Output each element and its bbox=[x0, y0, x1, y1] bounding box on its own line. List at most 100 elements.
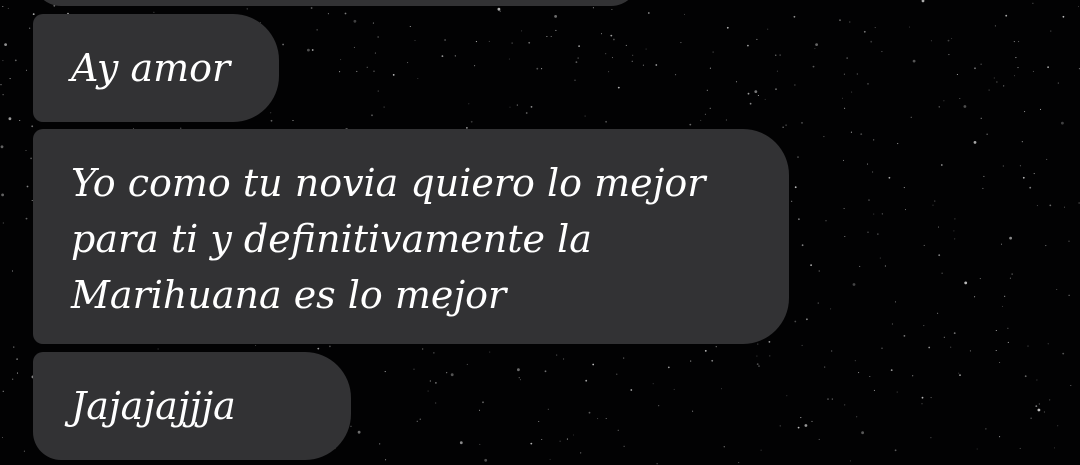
star bbox=[556, 354, 558, 356]
star bbox=[575, 61, 578, 63]
star bbox=[383, 106, 385, 108]
star bbox=[1062, 15, 1065, 18]
star bbox=[9, 78, 11, 80]
star bbox=[888, 176, 891, 179]
star bbox=[1077, 6, 1080, 8]
star bbox=[937, 312, 939, 314]
star bbox=[592, 363, 595, 366]
star bbox=[1019, 165, 1021, 167]
star bbox=[921, 0, 925, 3]
message-text: Jajajajjja bbox=[71, 384, 236, 428]
star bbox=[479, 443, 481, 445]
star bbox=[903, 335, 906, 337]
star bbox=[890, 369, 893, 371]
star bbox=[884, 265, 886, 267]
star bbox=[1003, 85, 1005, 87]
star bbox=[1063, 206, 1066, 208]
star bbox=[371, 114, 373, 117]
star bbox=[429, 380, 431, 382]
star bbox=[779, 54, 781, 56]
star bbox=[610, 34, 613, 37]
star bbox=[1032, 70, 1034, 72]
star bbox=[647, 12, 650, 14]
star bbox=[980, 117, 982, 119]
message-bubble[interactable]: Ay amor bbox=[33, 14, 279, 122]
star bbox=[373, 70, 375, 72]
star bbox=[1036, 379, 1038, 381]
star bbox=[474, 65, 476, 67]
star bbox=[518, 377, 520, 379]
star bbox=[353, 19, 357, 23]
star bbox=[1043, 411, 1045, 413]
star bbox=[353, 46, 355, 48]
star bbox=[993, 77, 995, 79]
star bbox=[611, 57, 614, 59]
star bbox=[709, 107, 711, 109]
star bbox=[356, 70, 358, 72]
star bbox=[801, 122, 803, 124]
star bbox=[25, 217, 28, 220]
star bbox=[329, 345, 331, 348]
star bbox=[858, 372, 860, 374]
star bbox=[563, 358, 565, 360]
star bbox=[912, 375, 914, 377]
star bbox=[800, 417, 802, 419]
star bbox=[757, 343, 759, 345]
star bbox=[632, 54, 634, 56]
star bbox=[804, 424, 808, 427]
message-bubble[interactable]: Yo como tu novia quiero lo mejor para ti… bbox=[33, 129, 789, 344]
star bbox=[478, 409, 481, 411]
message-bubble-partial[interactable] bbox=[33, 0, 639, 6]
star bbox=[954, 238, 956, 240]
star bbox=[600, 33, 603, 35]
star bbox=[1039, 108, 1042, 110]
star bbox=[574, 79, 576, 81]
star bbox=[764, 98, 766, 100]
star bbox=[680, 42, 682, 44]
star bbox=[818, 438, 820, 440]
star bbox=[310, 7, 313, 9]
star bbox=[950, 346, 952, 348]
star bbox=[566, 438, 568, 440]
star bbox=[908, 26, 911, 28]
star bbox=[959, 374, 961, 376]
star bbox=[861, 431, 864, 435]
star bbox=[572, 434, 575, 436]
message-bubble[interactable]: Jajajajjja bbox=[33, 352, 351, 460]
star bbox=[974, 67, 976, 70]
star bbox=[1007, 341, 1009, 343]
star bbox=[994, 25, 996, 27]
star bbox=[1032, 2, 1034, 4]
star bbox=[1056, 288, 1058, 291]
star bbox=[1037, 408, 1041, 412]
star bbox=[910, 116, 912, 118]
message-text-line: para ti y definitivamente la bbox=[71, 217, 592, 261]
star bbox=[947, 39, 950, 42]
star bbox=[484, 458, 488, 462]
star bbox=[956, 73, 958, 76]
star bbox=[497, 7, 501, 11]
star bbox=[894, 449, 897, 452]
star bbox=[712, 51, 714, 53]
message-text: Ay amor bbox=[71, 46, 231, 90]
star bbox=[1024, 111, 1026, 113]
star bbox=[1038, 403, 1040, 405]
star bbox=[801, 244, 804, 247]
star bbox=[877, 233, 879, 235]
star bbox=[673, 388, 675, 390]
star bbox=[1057, 82, 1059, 84]
star bbox=[667, 366, 670, 369]
star bbox=[8, 117, 12, 121]
star bbox=[723, 446, 725, 448]
star bbox=[738, 462, 740, 464]
star bbox=[270, 112, 272, 114]
star bbox=[550, 35, 552, 38]
star bbox=[794, 84, 796, 86]
star bbox=[384, 371, 386, 373]
star bbox=[608, 71, 610, 73]
star bbox=[852, 283, 856, 286]
star bbox=[934, 200, 936, 202]
star bbox=[985, 428, 987, 430]
star bbox=[555, 29, 557, 31]
star bbox=[937, 226, 940, 228]
